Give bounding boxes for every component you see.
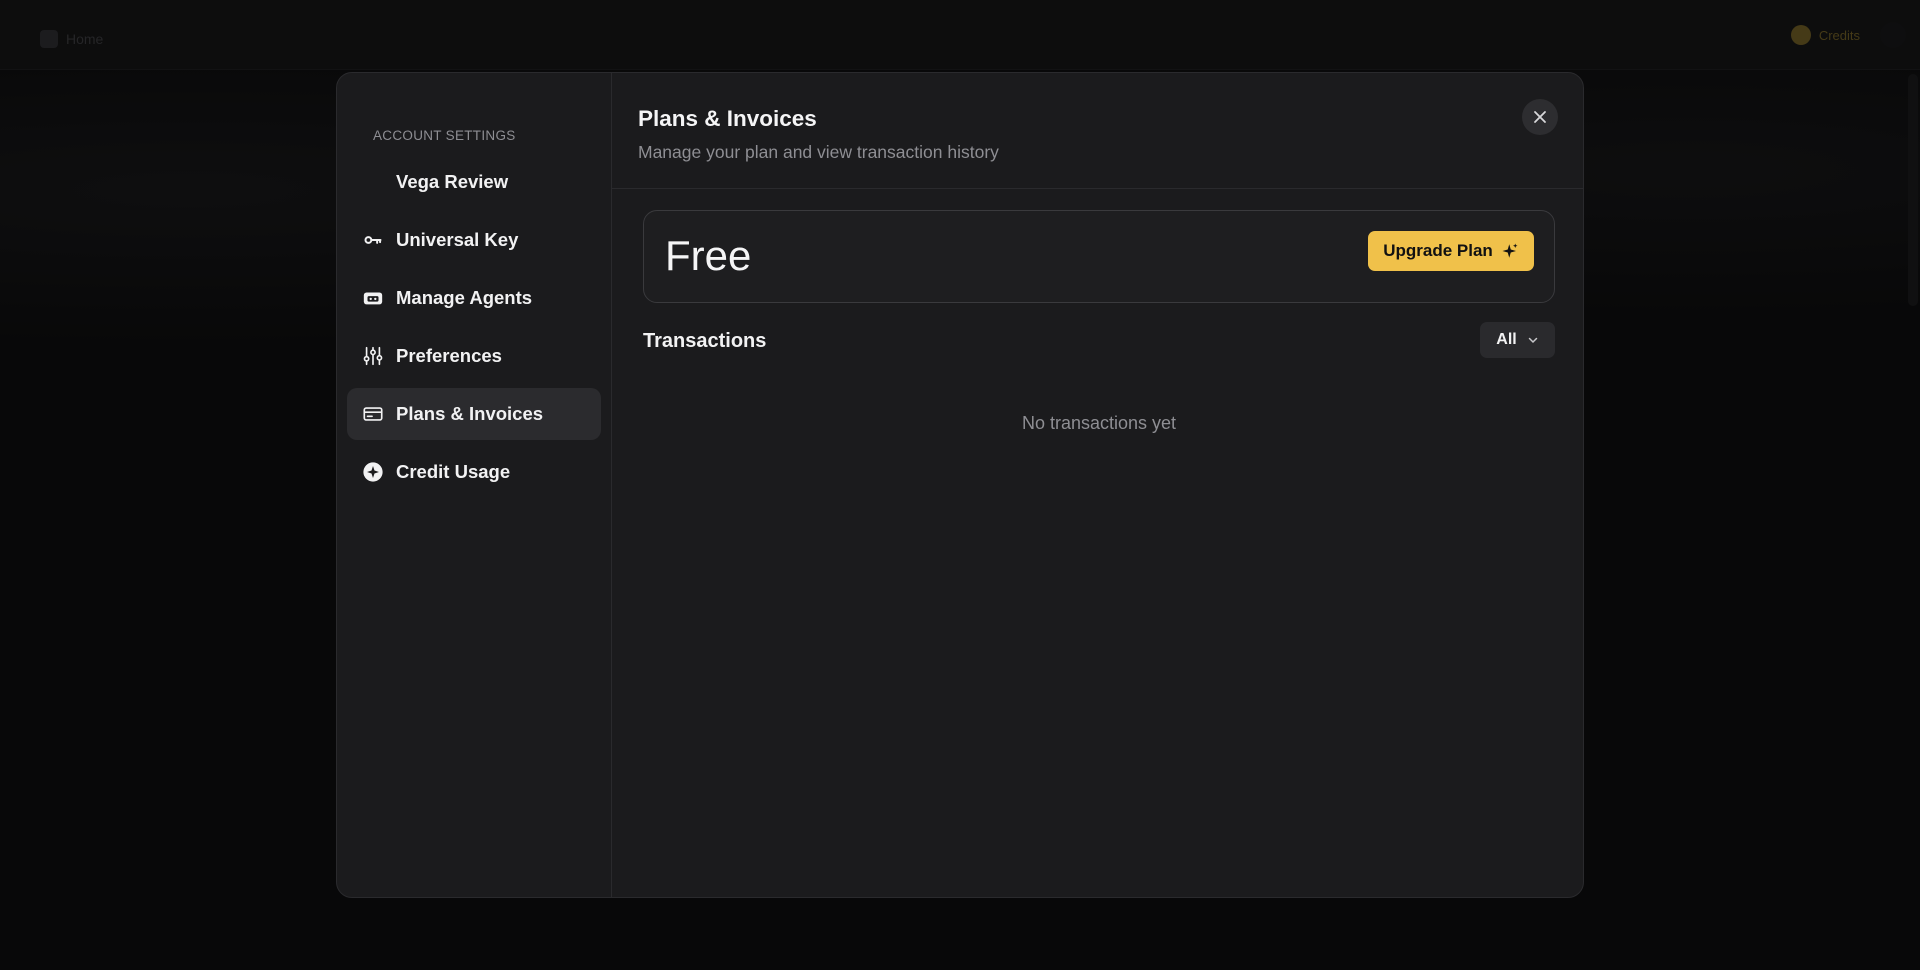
transactions-header: Transactions All xyxy=(643,322,1555,358)
sliders-icon xyxy=(362,345,384,367)
sidebar-item-label: Plans & Invoices xyxy=(396,403,544,424)
sidebar-item-vega-review[interactable]: Vega Review xyxy=(347,156,601,208)
account-settings-modal: ACCOUNT SETTINGS Vega Review Universal K… xyxy=(336,72,1584,898)
sidebar-item-label: Universal Key xyxy=(396,229,519,250)
close-button[interactable] xyxy=(1522,99,1558,135)
sidebar-item-universal-key[interactable]: Universal Key xyxy=(347,214,601,266)
settings-sidebar: ACCOUNT SETTINGS Vega Review Universal K… xyxy=(337,73,612,897)
sparkle-icon xyxy=(1502,243,1518,258)
blank-icon xyxy=(362,171,384,193)
sidebar-item-label: Preferences xyxy=(396,345,502,366)
sidebar-item-label: Vega Review xyxy=(396,171,509,192)
current-plan-card: Free Upgrade Plan xyxy=(643,210,1555,303)
sidebar-item-label: Credit Usage xyxy=(396,461,511,482)
sidebar-item-plans-invoices[interactable]: Plans & Invoices xyxy=(347,388,601,440)
sidebar-heading: ACCOUNT SETTINGS xyxy=(373,128,516,143)
upgrade-plan-button[interactable]: Upgrade Plan xyxy=(1368,231,1534,271)
upgrade-plan-label: Upgrade Plan xyxy=(1383,241,1493,260)
sidebar-item-manage-agents[interactable]: Manage Agents xyxy=(347,272,601,324)
transactions-title: Transactions xyxy=(643,330,767,352)
plan-name: Free xyxy=(665,232,752,279)
settings-main-panel: Plans & Invoices Manage your plan and vi… xyxy=(612,73,1583,897)
page-title: Plans & Invoices xyxy=(638,106,817,131)
sidebar-item-preferences[interactable]: Preferences xyxy=(347,330,601,382)
key-icon xyxy=(362,229,384,251)
filter-value: All xyxy=(1496,331,1517,348)
robot-icon xyxy=(362,287,384,309)
close-icon xyxy=(1534,111,1546,123)
credit-coin-icon xyxy=(362,461,384,483)
credit-card-icon xyxy=(362,403,384,425)
transactions-empty-state: No transactions yet xyxy=(1021,413,1177,433)
sidebar-item-credit-usage[interactable]: Credit Usage xyxy=(347,446,601,498)
chevron-down-icon xyxy=(1528,337,1537,344)
panel-header: Plans & Invoices Manage your plan and vi… xyxy=(612,73,1583,189)
sidebar-item-label: Manage Agents xyxy=(396,287,533,308)
page-subtitle: Manage your plan and view transaction hi… xyxy=(638,142,999,162)
transactions-filter-dropdown[interactable]: All xyxy=(1480,322,1555,358)
